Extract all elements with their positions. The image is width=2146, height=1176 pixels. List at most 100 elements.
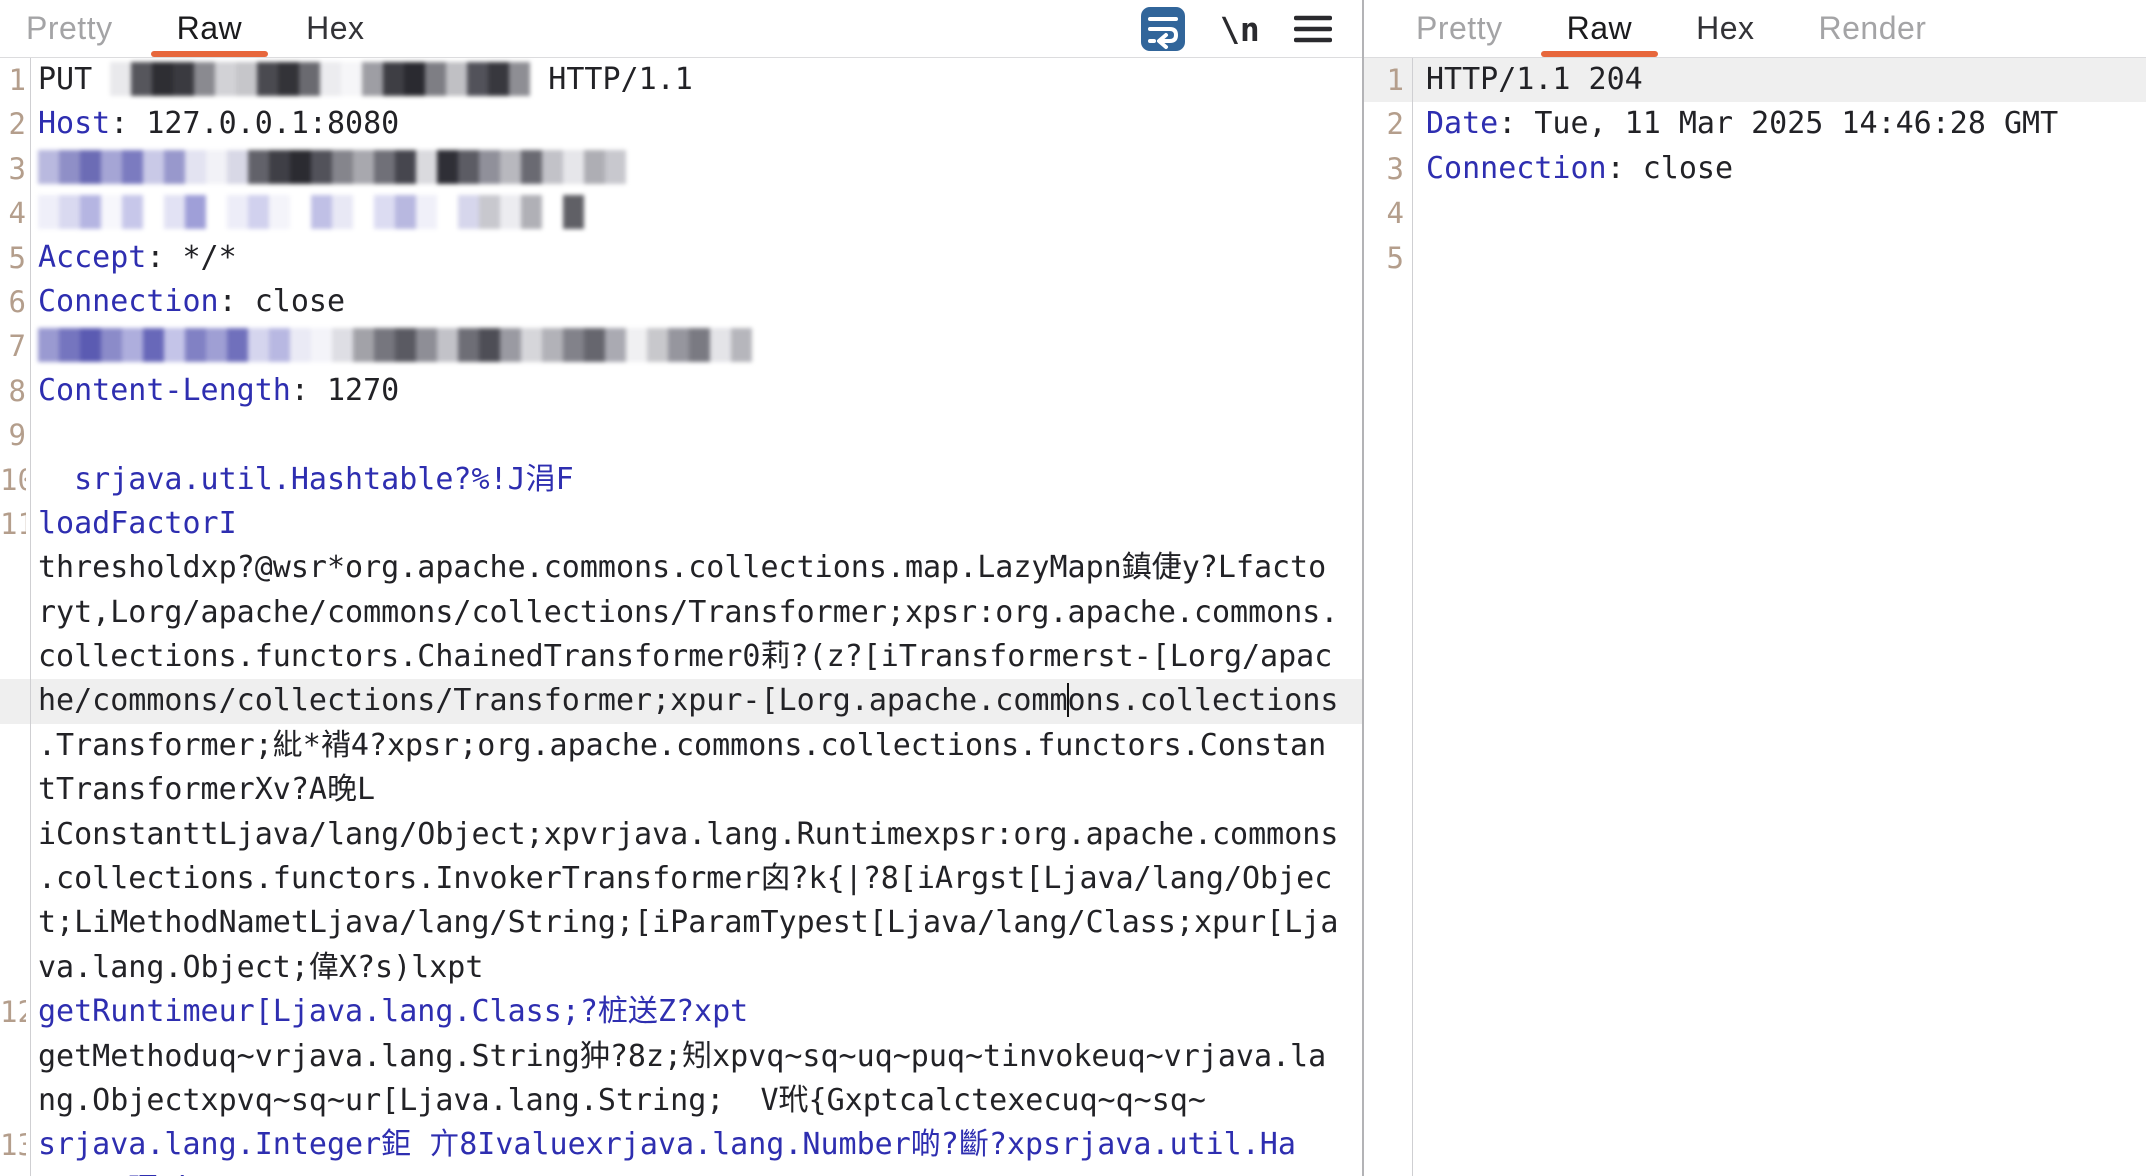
editor-row[interactable]: 8Content-Length: 1270 <box>0 369 1362 413</box>
line-number <box>0 724 26 768</box>
editor-row[interactable]: getMethoduq~vrjava.lang.String狆?8z;矧xpvq… <box>0 1035 1362 1079</box>
editor-row[interactable]: 5Accept: */* <box>0 236 1362 280</box>
line-text: iConstanttLjava/lang/Object;xpvrjava.lan… <box>30 813 1338 857</box>
line-text <box>30 324 752 368</box>
line-text: Date: Tue, 11 Mar 2025 14:46:28 GMT <box>1412 102 2058 146</box>
line-text: getMethoduq~vrjava.lang.String狆?8z;矧xpvq… <box>30 1035 1326 1079</box>
gutter-separator <box>1412 58 1413 1176</box>
line-text: srjava.util.Hashtable?%!J涓F <box>30 458 574 502</box>
line-text: srjava.lang.Integer鉅 亣8Ivaluexrjava.lang… <box>30 1123 1296 1167</box>
line-text: getRuntimeur[Ljava.lang.Class;?桩送Z?xpt <box>30 990 748 1034</box>
editor-row[interactable]: 7 <box>0 324 1362 368</box>
editor-row[interactable]: shMap瑨2`?7 <box>0 1168 1362 1176</box>
editor-row[interactable]: 9 <box>0 413 1362 457</box>
line-text: Accept: */* <box>30 236 237 280</box>
line-number: 11 <box>0 502 26 546</box>
tab-pretty-response[interactable]: Pretty <box>1390 0 1529 57</box>
line-text: .Transformer;紕*褙4?xpsr;org.apache.common… <box>30 724 1326 768</box>
tab-raw-request[interactable]: Raw <box>151 0 269 57</box>
editor-row[interactable]: iConstanttLjava/lang/Object;xpvrjava.lan… <box>0 813 1362 857</box>
newline-chars-icon[interactable]: \n <box>1220 10 1260 49</box>
request-editor[interactable]: 1PUT HTTP/1.12Host: 127.0.0.1:8080345Acc… <box>0 58 1362 1176</box>
line-number: 10 <box>0 458 26 502</box>
line-number <box>0 591 26 635</box>
line-text <box>30 147 626 191</box>
editor-row[interactable]: 1PUT HTTP/1.1 <box>0 58 1362 102</box>
line-number <box>0 946 26 990</box>
line-number: 2 <box>1364 102 1404 146</box>
gutter-separator <box>30 58 31 1176</box>
editor-row[interactable]: 13srjava.lang.Integer鉅 亣8Ivaluexrjava.la… <box>0 1123 1362 1167</box>
response-editor[interactable]: 1HTTP/1.1 2042Date: Tue, 11 Mar 2025 14:… <box>1364 58 2146 1176</box>
line-number: 3 <box>0 147 26 191</box>
request-panel: Pretty Raw Hex \n <box>0 0 1362 1176</box>
editor-row[interactable]: 3Connection: close <box>1364 147 2146 191</box>
redacted-blur <box>110 62 530 96</box>
response-tabbar: Pretty Raw Hex Render <box>1364 0 2146 58</box>
editor-row[interactable]: 3 <box>0 147 1362 191</box>
editor-row[interactable]: 2Date: Tue, 11 Mar 2025 14:46:28 GMT <box>1364 102 2146 146</box>
editor-row[interactable]: 10 srjava.util.Hashtable?%!J涓F <box>0 458 1362 502</box>
line-number <box>0 679 26 723</box>
response-panel: Pretty Raw Hex Render 1HTTP/1.1 2042Date… <box>1364 0 2146 1176</box>
editor-row[interactable]: collections.functors.ChainedTransformer0… <box>0 635 1362 679</box>
line-text: PUT HTTP/1.1 <box>30 58 693 102</box>
line-text: Host: 127.0.0.1:8080 <box>30 102 399 146</box>
menu-icon[interactable] <box>1294 14 1332 44</box>
editor-row[interactable]: 6Connection: close <box>0 280 1362 324</box>
editor-row[interactable]: 5 <box>1364 236 2146 280</box>
editor-row[interactable]: .collections.functors.InvokerTransformer… <box>0 857 1362 901</box>
line-text: thresholdxp?@wsr*org.apache.commons.coll… <box>30 546 1326 590</box>
line-text <box>1412 236 1426 280</box>
tab-pretty-request[interactable]: Pretty <box>0 0 139 57</box>
editor-row[interactable]: 1HTTP/1.1 204 <box>1364 58 2146 102</box>
editor-row[interactable]: va.lang.Object;偉X?s)lxpt <box>0 946 1362 990</box>
redacted-blur <box>38 195 584 229</box>
line-number: 2 <box>0 102 26 146</box>
line-number: 5 <box>1364 236 1404 280</box>
line-text: loadFactorI <box>30 502 237 546</box>
line-number <box>0 635 26 679</box>
editor-row[interactable]: tTransformerXv?A晚L <box>0 768 1362 812</box>
editor-row[interactable]: 2Host: 127.0.0.1:8080 <box>0 102 1362 146</box>
line-number: 8 <box>0 369 26 413</box>
line-text: ng.Objectxpvq~sq~ur[Ljava.lang.String; V… <box>30 1079 1206 1123</box>
line-text <box>1412 191 1426 235</box>
editor-row[interactable]: he/commons/collections/Transformer;xpur-… <box>0 679 1362 723</box>
line-number <box>0 1079 26 1123</box>
line-text: HTTP/1.1 204 <box>1412 58 1643 102</box>
line-number <box>0 901 26 945</box>
line-text: collections.functors.ChainedTransformer0… <box>30 635 1332 679</box>
editor-row[interactable]: t;LiMethodNametLjava/lang/String;[iParam… <box>0 901 1362 945</box>
redacted-blur <box>38 150 626 184</box>
tab-render-response[interactable]: Render <box>1793 0 1953 57</box>
word-wrap-icon[interactable] <box>1140 6 1186 52</box>
line-number: 9 <box>0 413 26 457</box>
line-text: va.lang.Object;偉X?s)lxpt <box>30 946 483 990</box>
line-number <box>0 1035 26 1079</box>
line-text: Content-Length: 1270 <box>30 369 399 413</box>
editor-row[interactable]: 4 <box>0 191 1362 235</box>
line-number: 6 <box>0 280 26 324</box>
request-tabbar: Pretty Raw Hex \n <box>0 0 1362 58</box>
editor-row[interactable]: 11loadFactorI <box>0 502 1362 546</box>
tab-hex-request[interactable]: Hex <box>280 0 390 57</box>
editor-row[interactable]: ryt,Lorg/apache/commons/collections/Tran… <box>0 591 1362 635</box>
line-number: 1 <box>0 58 26 102</box>
editor-row[interactable]: 4 <box>1364 191 2146 235</box>
line-number: 5 <box>0 236 26 280</box>
line-text: Connection: close <box>30 280 345 324</box>
editor-row[interactable]: .Transformer;紕*褙4?xpsr;org.apache.common… <box>0 724 1362 768</box>
tab-hex-response[interactable]: Hex <box>1670 0 1780 57</box>
line-number <box>0 546 26 590</box>
editor-row[interactable]: thresholdxp?@wsr*org.apache.commons.coll… <box>0 546 1362 590</box>
editor-row[interactable]: ng.Objectxpvq~sq~ur[Ljava.lang.String; V… <box>0 1079 1362 1123</box>
line-number <box>0 768 26 812</box>
line-number <box>0 1168 26 1176</box>
line-number: 4 <box>0 191 26 235</box>
editor-row[interactable]: 12getRuntimeur[Ljava.lang.Class;?桩送Z?xpt <box>0 990 1362 1034</box>
tab-raw-response[interactable]: Raw <box>1541 0 1659 57</box>
line-text: shMap瑨2`?7 <box>30 1168 231 1176</box>
line-number: 3 <box>1364 147 1404 191</box>
line-number: 4 <box>1364 191 1404 235</box>
